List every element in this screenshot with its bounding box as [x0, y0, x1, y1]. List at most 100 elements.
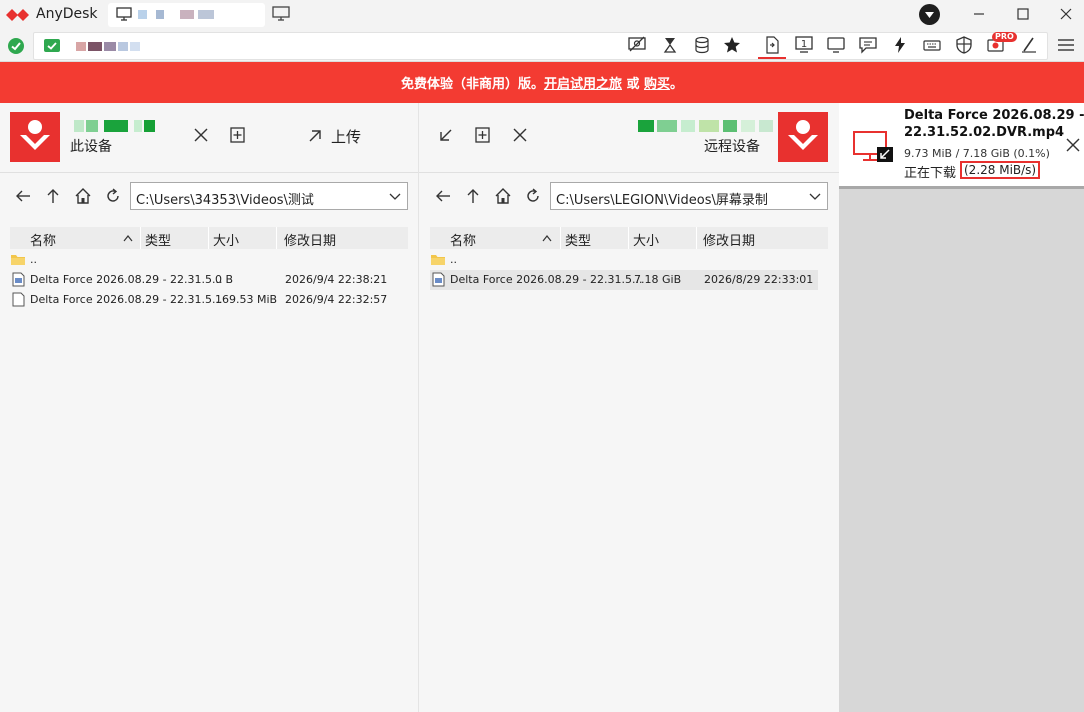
up-arrow-icon[interactable]	[464, 187, 482, 205]
upload-arrow-icon[interactable]	[306, 126, 324, 144]
parent-dir-label: ..	[450, 253, 457, 266]
buy-link[interactable]: 购买	[644, 73, 670, 92]
actions-lightning-icon[interactable]	[890, 36, 910, 54]
close-icon[interactable]	[192, 126, 210, 144]
star-icon[interactable]	[722, 36, 742, 54]
column-divider	[140, 227, 141, 249]
new-folder-icon[interactable]	[229, 126, 247, 144]
parent-dir-row[interactable]: ..	[10, 250, 408, 270]
remote-path-text: C:\Users\LEGION\Videos\屏幕录制	[556, 193, 768, 208]
home-icon[interactable]	[74, 187, 92, 205]
file-modified: 2026/9/4 22:38:21	[285, 273, 388, 286]
redacted-device-id	[681, 120, 695, 132]
hamburger-menu-icon[interactable]	[1057, 37, 1075, 53]
download-arrow-icon[interactable]	[437, 126, 455, 144]
privacy-mode-icon[interactable]	[627, 36, 647, 54]
session-tab[interactable]	[108, 3, 265, 27]
cancel-transfer-icon[interactable]	[1064, 136, 1082, 154]
local-panel-header: 此设备 上传	[0, 103, 418, 173]
redacted-address	[138, 10, 147, 19]
redacted-device-id	[74, 120, 84, 132]
transfer-filename: Delta Force 2026.08.29 -	[904, 108, 1084, 123]
refresh-icon[interactable]	[524, 187, 542, 205]
start-trial-link[interactable]: 开启试用之旅	[544, 73, 622, 92]
maximize-icon[interactable]	[1013, 5, 1033, 23]
local-path-field[interactable]: C:\Users\34353\Videos\测试	[130, 182, 408, 210]
remote-path-field[interactable]: C:\Users\LEGION\Videos\屏幕录制	[550, 182, 828, 210]
column-divider	[276, 227, 277, 249]
redacted-device-id	[699, 120, 719, 132]
display-icon[interactable]	[826, 36, 846, 54]
upload-button[interactable]: 上传	[331, 126, 361, 147]
sort-ascending-icon[interactable]	[542, 234, 552, 242]
column-size[interactable]: 大小	[213, 230, 239, 249]
redacted-address	[180, 10, 194, 19]
keyboard-icon[interactable]	[922, 36, 942, 54]
local-navigation: C:\Users\34353\Videos\测试	[0, 181, 418, 211]
display-one-icon[interactable]: 1	[794, 36, 814, 54]
column-modified[interactable]: 修改日期	[284, 230, 336, 249]
chevron-down-icon[interactable]	[808, 189, 822, 203]
home-icon[interactable]	[494, 187, 512, 205]
active-tool-indicator	[758, 57, 786, 59]
banner-end-text: 。	[670, 77, 684, 92]
column-type[interactable]: 类型	[145, 230, 171, 249]
remote-device-label: 远程设备	[704, 139, 760, 155]
redacted-device-id	[134, 120, 142, 132]
local-device-label: 此设备	[70, 139, 112, 155]
file-modified: 2026/8/29 22:33:01	[704, 273, 814, 286]
remote-file-row[interactable]: Delta Force 2026.08.29 - 22.31.5... 7.18…	[430, 270, 818, 290]
remote-device-avatar	[778, 112, 828, 162]
session-toolbar: 1 PRO	[0, 30, 1084, 62]
redacted-device-id	[144, 120, 155, 132]
column-name[interactable]: 名称	[450, 230, 476, 249]
database-icon[interactable]	[692, 36, 712, 54]
redacted-address	[104, 42, 116, 51]
close-window-icon[interactable]	[1056, 5, 1076, 23]
minimize-icon[interactable]	[969, 5, 989, 23]
column-name[interactable]: 名称	[30, 230, 56, 249]
column-size[interactable]: 大小	[633, 230, 659, 249]
remote-navigation: C:\Users\LEGION\Videos\屏幕录制	[419, 181, 839, 211]
banner-text: 免费体验（非商用）版。	[400, 77, 544, 92]
column-divider	[208, 227, 209, 249]
file-size: 169.53 MiB	[215, 293, 278, 306]
local-path-text: C:\Users\34353\Videos\测试	[136, 193, 314, 208]
column-type[interactable]: 类型	[565, 230, 591, 249]
back-arrow-icon[interactable]	[434, 187, 452, 205]
parent-dir-label: ..	[30, 253, 37, 266]
shield-icon[interactable]	[954, 36, 974, 54]
new-folder-icon[interactable]	[474, 126, 492, 144]
close-icon[interactable]	[511, 126, 529, 144]
chat-icon[interactable]	[858, 36, 878, 54]
refresh-icon[interactable]	[104, 187, 122, 205]
folder-icon	[11, 255, 25, 265]
back-arrow-icon[interactable]	[14, 187, 32, 205]
video-file-icon	[432, 272, 445, 287]
column-modified[interactable]: 修改日期	[703, 230, 755, 249]
redacted-address	[198, 10, 214, 19]
redacted-address	[76, 42, 86, 51]
file-modified: 2026/9/4 22:32:57	[285, 293, 388, 306]
file-name: Delta Force 2026.08.29 - 22.31.5...	[30, 293, 223, 306]
column-divider	[560, 227, 561, 249]
local-file-row[interactable]: Delta Force 2026.08.29 - 22.31.5... 169.…	[10, 290, 408, 310]
hourglass-icon[interactable]	[660, 36, 680, 54]
local-device-avatar	[10, 112, 60, 162]
remote-column-header: 名称 类型 大小 修改日期	[430, 227, 828, 249]
draw-pen-icon[interactable]	[1019, 36, 1039, 54]
file-transfer-icon[interactable]	[762, 36, 782, 54]
parent-dir-row[interactable]: ..	[430, 250, 818, 270]
svg-text:1: 1	[801, 39, 807, 50]
sort-ascending-icon[interactable]	[123, 234, 133, 242]
pro-badge: PRO	[992, 32, 1017, 42]
up-arrow-icon[interactable]	[44, 187, 62, 205]
account-icon[interactable]	[919, 4, 940, 25]
local-column-header: 名称 类型 大小 修改日期	[10, 227, 408, 249]
new-session-icon[interactable]	[272, 6, 290, 22]
chevron-down-icon[interactable]	[388, 189, 402, 203]
redacted-address	[88, 42, 102, 51]
column-divider	[628, 227, 629, 249]
transfer-item[interactable]: Delta Force 2026.08.29 - 22.31.52.02.DVR…	[839, 103, 1084, 189]
local-file-row[interactable]: Delta Force 2026.08.29 - 22.31.5... 0 B …	[10, 270, 408, 290]
